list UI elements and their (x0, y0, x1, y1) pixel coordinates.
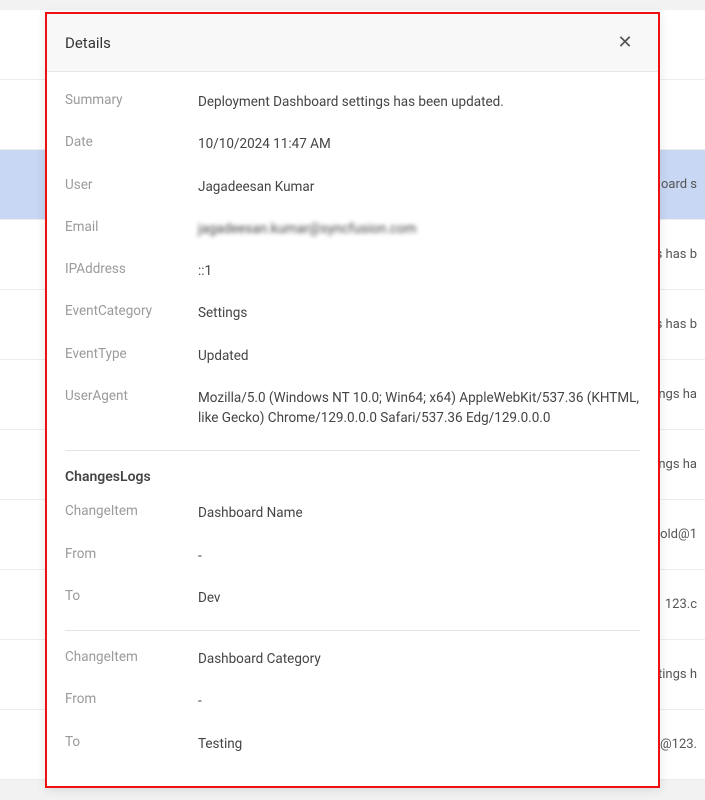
row-eventcategory: EventCategory Settings (65, 303, 640, 323)
row-changeitem: ChangeItem Dashboard Name (65, 503, 640, 523)
label-ipaddress: IPAddress (65, 261, 198, 277)
row-from: From - (65, 691, 640, 711)
value-changeitem: Dashboard Category (198, 649, 640, 669)
close-icon: ✕ (617, 32, 632, 53)
label-date: Date (65, 134, 198, 150)
value-user: Jagadeesan Kumar (198, 177, 640, 197)
close-button[interactable]: ✕ (610, 28, 640, 58)
row-from: From - (65, 546, 640, 566)
value-from: - (198, 691, 640, 711)
bg-text: s has b (656, 247, 697, 262)
bg-text: 123.c (665, 597, 697, 612)
label-changeitem: ChangeItem (65, 503, 198, 519)
value-eventtype: Updated (198, 346, 640, 366)
label-user: User (65, 177, 198, 193)
label-changeitem: ChangeItem (65, 649, 198, 665)
value-eventcategory: Settings (198, 303, 640, 323)
label-email: Email (65, 219, 198, 235)
row-ipaddress: IPAddress ::1 (65, 261, 640, 281)
label-to: To (65, 734, 198, 750)
label-to: To (65, 588, 198, 604)
row-useragent: UserAgent Mozilla/5.0 (Windows NT 10.0; … (65, 388, 640, 429)
row-summary: Summary Deployment Dashboard settings ha… (65, 92, 640, 112)
value-from: - (198, 546, 640, 566)
bg-text: old@1 (660, 527, 697, 542)
modal-title: Details (65, 34, 111, 52)
bg-text: ings ha (655, 387, 697, 402)
details-modal: Details ✕ Summary Deployment Dashboard s… (45, 12, 660, 788)
bg-text: @123. (660, 737, 697, 752)
label-from: From (65, 546, 198, 562)
label-from: From (65, 691, 198, 707)
bg-text: ings ha (655, 457, 697, 472)
bg-text: tings h (658, 667, 697, 682)
value-to: Testing (198, 734, 640, 754)
bg-text: oard s (661, 177, 697, 192)
label-eventcategory: EventCategory (65, 303, 198, 319)
modal-header: Details ✕ (47, 14, 658, 72)
changeslogs-title: ChangesLogs (65, 469, 640, 485)
row-to: To Testing (65, 734, 640, 754)
value-email: jagadeesan.kumar@syncfusion.com (198, 219, 640, 239)
label-eventtype: EventType (65, 346, 198, 362)
change-log-1: ChangeItem Dashboard Name From - To Dev (65, 503, 640, 608)
label-summary: Summary (65, 92, 198, 108)
value-to: Dev (198, 588, 640, 608)
row-changeitem: ChangeItem Dashboard Category (65, 649, 640, 669)
bg-text: s has b (656, 317, 697, 332)
value-date: 10/10/2024 11:47 AM (198, 134, 640, 154)
row-date: Date 10/10/2024 11:47 AM (65, 134, 640, 154)
change-log-2: ChangeItem Dashboard Category From - To … (65, 649, 640, 754)
row-email: Email jagadeesan.kumar@syncfusion.com (65, 219, 640, 239)
label-useragent: UserAgent (65, 388, 198, 404)
divider (65, 630, 640, 631)
modal-body[interactable]: Summary Deployment Dashboard settings ha… (47, 72, 658, 786)
value-ipaddress: ::1 (198, 261, 640, 281)
value-useragent: Mozilla/5.0 (Windows NT 10.0; Win64; x64… (198, 388, 640, 429)
value-summary: Deployment Dashboard settings has been u… (198, 92, 640, 112)
row-to: To Dev (65, 588, 640, 608)
row-eventtype: EventType Updated (65, 346, 640, 366)
value-changeitem: Dashboard Name (198, 503, 640, 523)
row-user: User Jagadeesan Kumar (65, 177, 640, 197)
divider (65, 450, 640, 451)
